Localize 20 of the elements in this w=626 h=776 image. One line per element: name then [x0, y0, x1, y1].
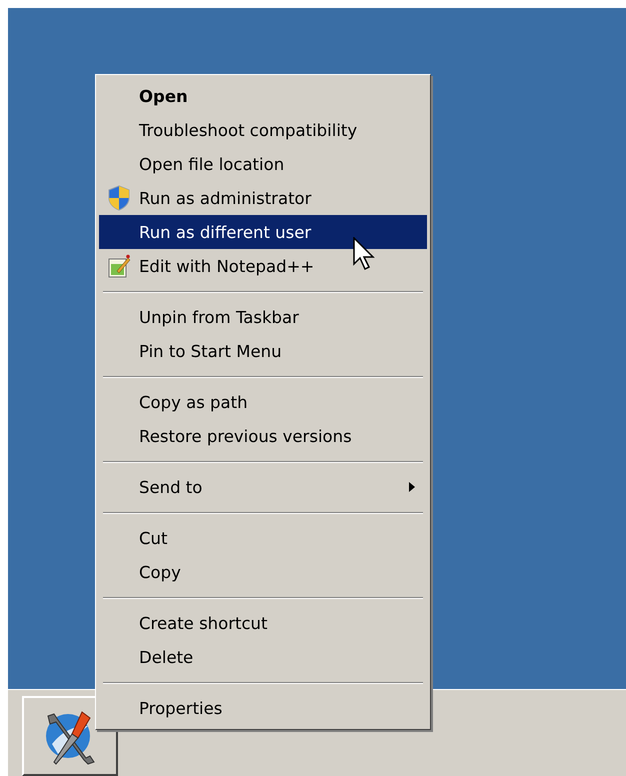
menu-item[interactable]: Copy as path	[99, 385, 427, 419]
shield-icon	[107, 185, 131, 211]
submenu-arrow-icon	[409, 482, 415, 492]
mouse-pointer-icon	[353, 237, 375, 271]
menu-item[interactable]: Open file location	[99, 147, 427, 181]
menu-item[interactable]: Create shortcut	[99, 606, 427, 640]
notepad-icon	[107, 254, 131, 278]
menu-item[interactable]: Copy	[99, 555, 427, 589]
menu-item[interactable]: Open	[99, 79, 427, 113]
menu-item[interactable]: Restore previous versions	[99, 419, 427, 453]
menu-item[interactable]: Edit with Notepad++	[99, 249, 427, 283]
menu-item[interactable]: Run as administrator	[99, 181, 427, 215]
menu-item[interactable]: Delete	[99, 640, 427, 674]
menu-item[interactable]: Troubleshoot compatibility	[99, 113, 427, 147]
menu-item[interactable]: Pin to Start Menu	[99, 334, 427, 368]
menu-item[interactable]: Properties	[99, 691, 427, 725]
menu-item[interactable]: Unpin from Taskbar	[99, 300, 427, 334]
menu-item[interactable]: Run as different user	[99, 215, 427, 249]
menu-item[interactable]: Send to	[99, 470, 427, 504]
menu-item[interactable]: Cut	[99, 521, 427, 555]
